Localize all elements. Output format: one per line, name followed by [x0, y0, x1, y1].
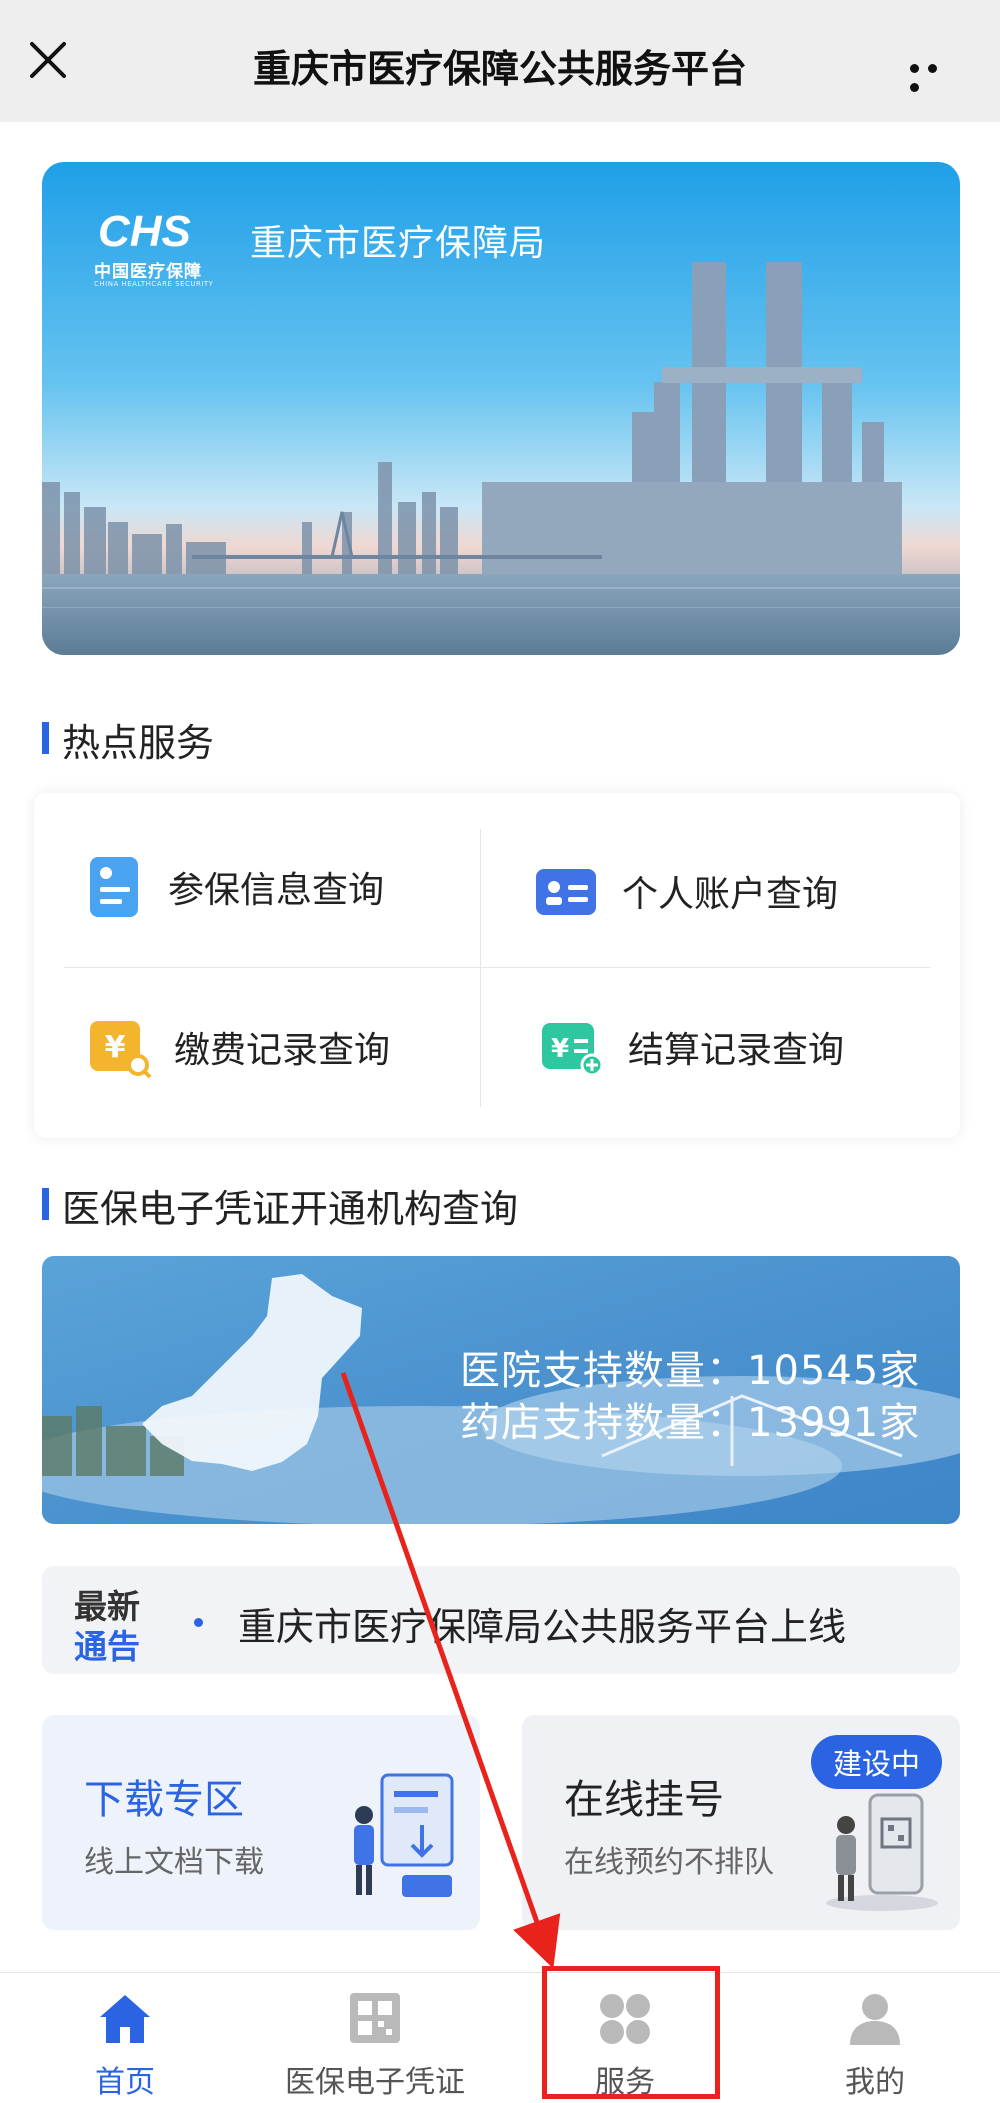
svg-text:¥: ¥ [105, 1030, 126, 1065]
page-title: 重庆市医疗保障公共服务平台 [252, 47, 747, 91]
download-illustration-icon [354, 1773, 454, 1897]
bottom-navigation: 首页 医保电子凭证 服务 我的 [0, 1972, 1000, 2103]
insured-info-icon [90, 857, 138, 917]
download-zone-card[interactable]: 下载专区 线上文档下载 [42, 1715, 480, 1930]
service-settlement-record[interactable]: ¥ 结算记录查询 [536, 1015, 844, 1079]
chs-logo-icon: CHS [98, 207, 191, 254]
service-label: 缴费记录查询 [174, 1030, 391, 1071]
more-dots-icon[interactable] [910, 58, 958, 92]
svg-text:¥: ¥ [551, 1034, 569, 1064]
nav-label: 首页 [95, 2065, 155, 2100]
latest-notice[interactable]: 最新 通告 重庆市医疗保障局公共服务平台上线 [42, 1566, 960, 1674]
service-personal-account[interactable]: 个人账户查询 [530, 859, 838, 923]
settlement-record-icon: ¥ [542, 1023, 604, 1077]
qr-code-icon [350, 1993, 400, 2043]
highlight-box [542, 1966, 720, 2099]
nav-label: 我的 [845, 2065, 905, 2100]
nav-e-certificate[interactable]: 医保电子凭证 [250, 1973, 500, 2103]
agency-name: 重庆市医疗保障局 [250, 223, 547, 264]
online-booking-card[interactable]: 在线挂号 在线预约不排队 建设中 [522, 1715, 960, 1930]
service-insured-info[interactable]: 参保信息查询 [84, 855, 384, 919]
service-label: 参保信息查询 [168, 870, 385, 911]
service-payment-record[interactable]: ¥ 缴费记录查询 [82, 1015, 390, 1079]
home-icon [100, 1995, 150, 2043]
payment-record-icon: ¥ [90, 1021, 152, 1079]
user-icon [850, 1994, 900, 2045]
hot-services-card: 参保信息查询 个人账户查询 ¥ 缴费记录查询 ¥ 结算记录查询 [34, 793, 960, 1138]
hero-banner[interactable]: CHS 中国医疗保障 CHINA HEALTHCARE SECURITY 重庆市… [42, 162, 960, 655]
under-construction-badge: 建设中 [810, 1735, 942, 1789]
booking-illustration-icon [826, 1793, 938, 1911]
service-label: 个人账户查询 [622, 874, 839, 915]
svg-text:CHS: CHS [98, 207, 191, 254]
hot-services-heading: 热点服务 [42, 712, 214, 767]
nav-home[interactable]: 首页 [0, 1973, 250, 2103]
personal-account-icon [536, 869, 596, 915]
notice-tag-line2: 通告 [74, 1627, 140, 1666]
download-subtitle: 线上文档下载 [84, 1845, 264, 1880]
logo-en-text: CHINA HEALTHCARE SECURITY [94, 280, 214, 288]
download-title: 下载专区 [84, 1777, 244, 1823]
ecert-heading: 医保电子凭证开通机构查询 [42, 1178, 518, 1233]
nav-label: 医保电子凭证 [285, 2065, 465, 2100]
service-label: 结算记录查询 [628, 1030, 845, 1071]
booking-subtitle: 在线预约不排队 [564, 1845, 774, 1880]
logo-cn-text: 中国医疗保障 [94, 262, 202, 282]
top-bar: 重庆市医疗保障公共服务平台 [0, 0, 1000, 122]
nav-mine[interactable]: 我的 [750, 1973, 1000, 2103]
bullet-dot [194, 1618, 203, 1627]
hospital-count: 医院支持数量：10545家 [460, 1348, 921, 1394]
pharmacy-count: 药店支持数量：13991家 [460, 1400, 921, 1446]
ecert-institution-banner[interactable]: 医院支持数量：10545家 药店支持数量：13991家 [42, 1256, 960, 1524]
notice-text: 重庆市医疗保障局公共服务平台上线 [238, 1605, 847, 1649]
booking-title: 在线挂号 [564, 1777, 724, 1823]
